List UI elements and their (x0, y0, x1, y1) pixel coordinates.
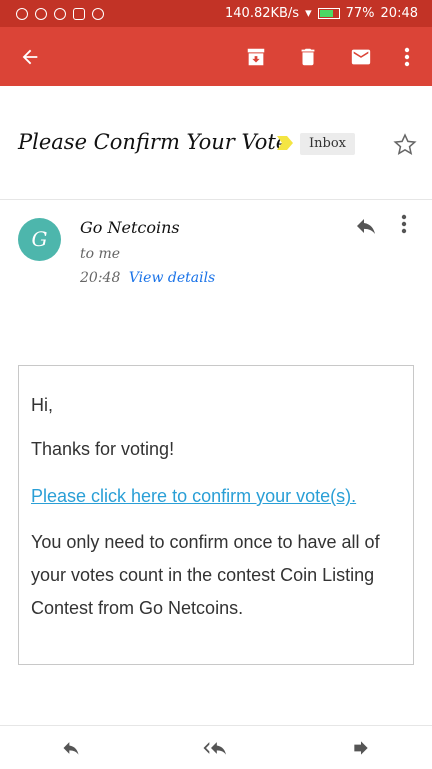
email-subject: Please Confirm Your Vote (18, 130, 289, 154)
delete-button[interactable] (286, 27, 330, 86)
app-toolbar (0, 27, 432, 86)
forward-button[interactable] (336, 726, 386, 769)
bottom-reply-button[interactable] (46, 726, 96, 769)
view-details-link[interactable]: View details (129, 270, 215, 286)
reply-icon (63, 741, 79, 755)
confirm-vote-link[interactable]: Please click here to confirm your vote(s… (31, 480, 399, 513)
security-icon (92, 7, 104, 20)
importance-marker-icon[interactable] (277, 136, 293, 150)
status-bar: 140.82KB/s ▾ 77% 20:48 (0, 0, 432, 27)
message-time-line: 20:48 View details (80, 270, 215, 286)
mark-unread-button[interactable] (339, 27, 383, 86)
star-icon[interactable] (392, 132, 418, 158)
archive-icon (247, 48, 265, 65)
mail-icon (351, 49, 371, 64)
back-button[interactable] (8, 27, 52, 86)
reply-button[interactable] (352, 214, 380, 242)
delete-icon (301, 48, 315, 65)
body-greeting: Hi, (31, 395, 53, 415)
clock: 20:48 (380, 6, 418, 21)
app-notification-icon (35, 7, 47, 20)
forward-icon (354, 740, 368, 755)
more-vert-icon (404, 47, 410, 66)
image-icon (73, 7, 85, 20)
battery-percent: 77% (345, 6, 375, 21)
system-status: 140.82KB/s ▾ 77% 20:48 (225, 6, 418, 21)
sender-avatar[interactable]: G (18, 218, 61, 261)
more-vert-icon (401, 214, 407, 234)
shield-icon (16, 7, 28, 20)
subject-row: Please Confirm Your Vote Inbox (0, 86, 432, 200)
notification-icons (16, 7, 104, 20)
message-more-button[interactable] (401, 214, 407, 238)
body-note: You only need to confirm once to have al… (31, 532, 380, 618)
inbox-label[interactable]: Inbox (300, 133, 355, 155)
signal-icon: ▾ (305, 6, 312, 21)
app-notification-icon (54, 7, 66, 20)
battery-icon (317, 8, 340, 19)
email-body: Hi, Thanks for voting! Please click here… (18, 365, 414, 665)
reply-all-button[interactable] (188, 726, 244, 769)
reply-icon (357, 219, 375, 234)
back-arrow-icon (22, 49, 38, 64)
archive-button[interactable] (234, 27, 278, 86)
sender-name: Go Netcoins (80, 218, 180, 237)
body-thanks: Thanks for voting! (31, 439, 175, 459)
bottom-action-bar (0, 725, 432, 768)
message-time: 20:48 (80, 270, 121, 286)
recipient-line: to me (80, 246, 121, 262)
more-options-button[interactable] (394, 27, 420, 86)
network-speed: 140.82KB/s (225, 6, 300, 21)
reply-all-icon (203, 741, 226, 755)
